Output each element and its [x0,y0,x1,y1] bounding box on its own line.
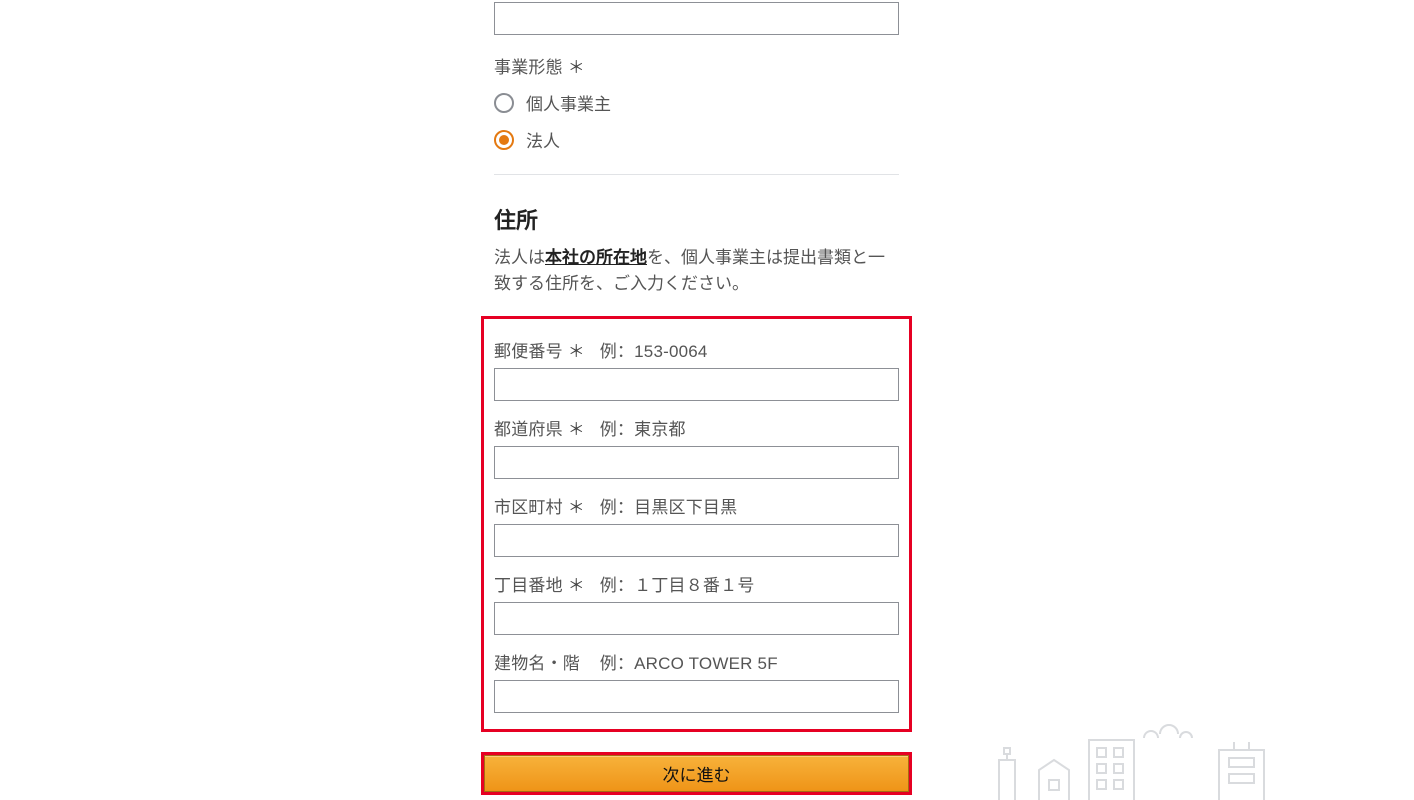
postal-input[interactable] [494,368,899,401]
required-mark: ＊ [568,342,585,361]
field-label-row: 建物名・階 例：ARCO TOWER 5F [494,649,899,674]
required-mark: ＊ [568,420,585,439]
next-button[interactable]: 次に進む [484,755,909,792]
field-city: 市区町村 ＊ 例：目黒区下目黒 [494,493,899,557]
desc-pre: 法人は [494,248,545,267]
field-hint: 例：ARCO TOWER 5F [600,654,778,673]
field-label: 郵便番号 [494,342,563,361]
required-mark: ＊ [568,498,585,517]
field-label: 市区町村 [494,498,563,517]
field-hint: 例：153-0064 [600,342,708,361]
radio-label: 個人事業主 [526,90,611,115]
radio-icon [494,93,514,113]
address-section-desc: 法人は本社の所在地を、個人事業主は提出書類と一致する住所を、ご入力ください。 [494,245,899,298]
city-illustration-icon [994,720,1314,800]
field-label-row: 丁目番地 ＊ 例：１丁目８番１号 [494,571,899,596]
field-hint: 例：１丁目８番１号 [600,576,755,595]
building-input[interactable] [494,680,899,713]
radio-label: 法人 [526,127,560,152]
required-mark: ＊ [568,58,585,77]
field-label: 丁目番地 [494,576,563,595]
city-input[interactable] [494,524,899,557]
form-column: 事業形態 ＊ 個人事業主 法人 住所 法人は本社の所在地を、個人事業主は提出書類… [494,0,899,800]
prefecture-input[interactable] [494,446,899,479]
business-form-label-text: 事業形態 [494,58,563,77]
radio-icon-selected [494,130,514,150]
address-section-title: 住所 [494,203,899,235]
desc-bold: 本社の所在地 [545,248,647,267]
field-label-row: 市区町村 ＊ 例：目黒区下目黒 [494,493,899,518]
field-building: 建物名・階 例：ARCO TOWER 5F [494,649,899,713]
business-form-option-corp[interactable]: 法人 [494,127,899,152]
field-prefecture: 都道府県 ＊ 例：東京都 [494,415,899,479]
field-street: 丁目番地 ＊ 例：１丁目８番１号 [494,571,899,635]
field-hint: 例：目黒区下目黒 [600,498,738,517]
field-postal: 郵便番号 ＊ 例：153-0064 [494,337,899,401]
business-form-option-sole[interactable]: 個人事業主 [494,90,899,115]
required-mark: ＊ [568,576,585,595]
submit-highlight-box: 次に進む [481,752,912,795]
field-label: 都道府県 [494,420,563,439]
company-name-input[interactable] [494,2,899,35]
radio-dot-icon [499,135,509,145]
divider [494,174,899,175]
field-label: 建物名・階 [494,654,580,673]
field-hint: 例：東京都 [600,420,686,439]
business-form-label: 事業形態 ＊ [494,53,899,78]
address-highlight-box: 郵便番号 ＊ 例：153-0064 都道府県 ＊ 例：東京都 市区町村 ＊ 例：… [481,316,912,732]
field-label-row: 郵便番号 ＊ 例：153-0064 [494,337,899,362]
street-input[interactable] [494,602,899,635]
field-label-row: 都道府県 ＊ 例：東京都 [494,415,899,440]
